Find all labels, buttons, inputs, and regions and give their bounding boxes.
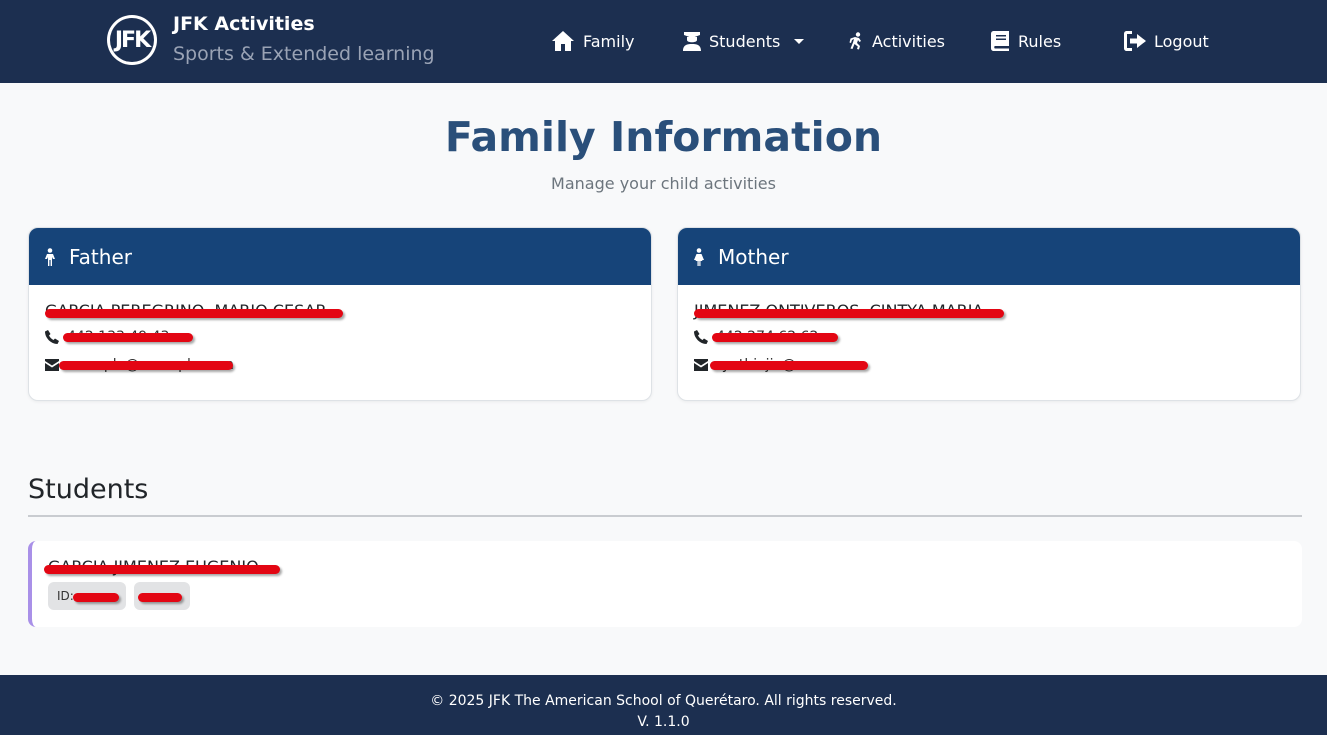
- nav-students-label: Students: [709, 31, 781, 51]
- mother-card: Mother JIMENEZ ONTIVEROS, CINTYA MARIA 4…: [677, 227, 1301, 401]
- book-icon: [991, 31, 1009, 51]
- nav-students-dropdown[interactable]: Students: [683, 28, 805, 54]
- page-subtitle: Manage your child activities: [551, 174, 776, 193]
- logout-button[interactable]: Logout: [1124, 28, 1209, 54]
- redaction-mark: [694, 309, 1004, 318]
- footer: © 2025 JFK The American School of Querét…: [0, 675, 1327, 735]
- father-card: Father GARCIA PEREGRINO, MARIO CESAR 442…: [28, 227, 652, 401]
- mother-heading: Mother: [718, 244, 789, 269]
- redaction-mark: [73, 593, 119, 602]
- running-icon: [849, 32, 861, 50]
- page-title: Family Information: [444, 113, 883, 161]
- students-heading: Students: [28, 474, 149, 505]
- envelope-icon: [45, 359, 59, 371]
- person-icon: [45, 247, 55, 266]
- nav-rules-link[interactable]: Rules: [991, 28, 1061, 54]
- student-icon: [683, 32, 701, 51]
- redaction-mark: [45, 309, 343, 318]
- father-phone-row: 442 133 49 43: [45, 323, 635, 351]
- father-email-row: example@example.com: [45, 351, 635, 379]
- student-id-label: ID:: [57, 589, 74, 603]
- nav-family-link[interactable]: Family: [551, 28, 634, 54]
- phone-icon: [45, 330, 59, 344]
- student-id-badge: ID: 000000: [48, 582, 126, 610]
- student-name: GARCIA JIMENEZ EUGENIO: [44, 557, 280, 576]
- nav-activities-link[interactable]: Activities: [848, 28, 945, 54]
- redaction-mark: [138, 593, 182, 602]
- redaction-mark: [710, 361, 868, 370]
- father-name: GARCIA PEREGRINO, MARIO CESAR: [45, 301, 343, 323]
- redaction-mark: [712, 333, 838, 342]
- footer-copyright: © 2025 JFK The American School of Querét…: [430, 693, 897, 709]
- redaction-mark: [44, 565, 280, 574]
- logout-label: Logout: [1154, 31, 1209, 51]
- father-card-header: Father: [29, 228, 651, 285]
- nav-family-label: Family: [583, 31, 635, 51]
- mother-phone-row: 442 274 62 62: [694, 323, 1284, 351]
- brand-subtitle: Sports & Extended learning: [173, 43, 435, 65]
- school-logo[interactable]: JFK: [107, 15, 157, 65]
- logout-icon: [1124, 31, 1146, 51]
- mother-name: JIMENEZ ONTIVEROS, CINTYA MARIA: [694, 301, 1004, 323]
- home-icon: [552, 31, 574, 51]
- logo-mark: JFK: [110, 18, 154, 62]
- brand-title[interactable]: JFK Activities: [173, 13, 315, 35]
- footer-version: V. 1.1.0: [637, 714, 690, 730]
- phone-icon: [694, 330, 708, 344]
- redaction-mark: [59, 361, 233, 370]
- person-icon: [694, 247, 704, 266]
- student-card[interactable]: GARCIA JIMENEZ EUGENIO ID: 000000 00000: [28, 541, 1302, 627]
- top-navbar: JFK JFK Activities Sports & Extended lea…: [0, 0, 1327, 83]
- nav-rules-label: Rules: [1018, 31, 1062, 51]
- student-grade-badge: 00000: [134, 582, 190, 610]
- envelope-icon: [694, 359, 708, 371]
- mother-card-header: Mother: [678, 228, 1300, 285]
- redaction-mark: [63, 333, 193, 342]
- chevron-down-icon: [794, 38, 805, 44]
- nav-activities-label: Activities: [872, 31, 945, 51]
- divider: [28, 515, 1302, 517]
- mother-email-row: cynthiajia@me.com: [694, 351, 1284, 379]
- father-heading: Father: [69, 244, 132, 269]
